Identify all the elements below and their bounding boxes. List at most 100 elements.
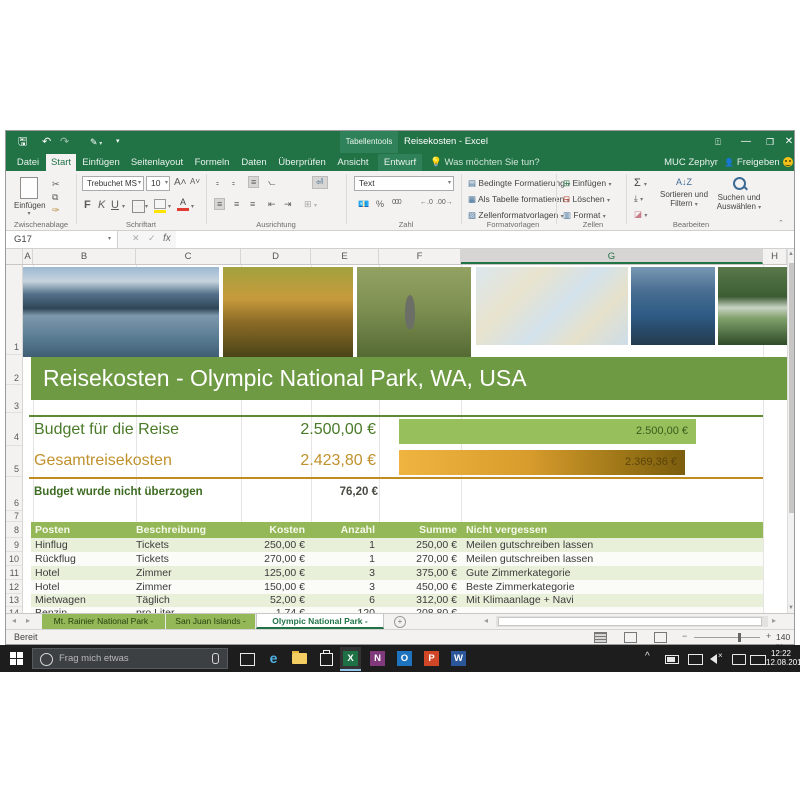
row-13[interactable]: 13 xyxy=(6,594,22,607)
name-box[interactable]: G17▾ xyxy=(6,231,118,248)
clock[interactable]: 12:22 12.08.2015 xyxy=(766,649,796,667)
row-11[interactable]: 11 xyxy=(6,566,22,580)
clear-button[interactable]: ◪ ▾ xyxy=(634,209,647,220)
table-row[interactable]: HotelZimmer150,00 €3450,00 €Beste Zimmer… xyxy=(31,580,763,594)
col-E[interactable]: E xyxy=(311,249,379,264)
store-icon[interactable] xyxy=(320,653,333,666)
sheet-grid[interactable]: 1 2 3 4 5 6 7 8 9 10 11 12 13 14 Reiseko… xyxy=(6,265,794,613)
budget-status-cell[interactable]: Budget wurde nicht überzogen xyxy=(34,486,203,498)
row-3[interactable]: 3 xyxy=(6,400,22,413)
photo-mountain-lake[interactable] xyxy=(23,267,219,357)
sheet-tab-olympic[interactable]: Olympic National Park - fishing xyxy=(256,614,384,629)
shrink-font-icon[interactable]: A˅ xyxy=(190,177,200,186)
edge-icon[interactable]: e xyxy=(266,651,281,666)
insert-cells-button[interactable]: ⊞ Einfügen ▾ xyxy=(563,178,611,189)
mic-icon[interactable] xyxy=(212,653,219,664)
vertical-scrollbar[interactable]: ▲ ▼ xyxy=(787,249,794,613)
tab-start[interactable]: Start xyxy=(46,154,76,171)
row-10[interactable]: 10 xyxy=(6,552,22,566)
paste-button[interactable]: Einfügen ▾ xyxy=(14,177,44,217)
tab-daten[interactable]: Daten xyxy=(236,154,272,171)
row-4[interactable]: 4 xyxy=(6,417,22,446)
align-right-icon[interactable]: ≡ xyxy=(250,199,255,209)
minimize-button[interactable]: — xyxy=(734,131,758,153)
touch-keyboard-icon[interactable] xyxy=(750,655,766,665)
undo-icon[interactable]: ↶ xyxy=(42,135,51,149)
horizontal-scroll-thumb[interactable] xyxy=(498,617,762,626)
align-top-icon[interactable]: ⹀ xyxy=(216,177,219,190)
touch-mode-icon[interactable]: ✎ ▾ xyxy=(90,135,102,151)
network-icon[interactable] xyxy=(688,654,703,665)
photo-fisherman-portrait[interactable] xyxy=(631,267,715,345)
col-A[interactable]: A xyxy=(23,249,33,264)
col-C[interactable]: C xyxy=(136,249,241,264)
row-8[interactable]: 8 xyxy=(6,522,22,538)
tab-ansicht[interactable]: Ansicht xyxy=(332,154,374,171)
tab-einfuegen[interactable]: Einfügen xyxy=(78,154,124,171)
sheet-nav-left-icon[interactable]: ◂ xyxy=(12,616,16,625)
format-as-table-button[interactable]: ▦ Als Tabelle formatieren ▾ xyxy=(468,194,570,205)
row-5[interactable]: 5 xyxy=(6,449,22,477)
total-value-cell[interactable]: 2.423,80 € xyxy=(236,452,376,470)
select-all-corner[interactable] xyxy=(6,249,23,264)
sheet-tab-sanjuan[interactable]: San Juan Islands - sailing xyxy=(166,614,256,629)
file-explorer-icon[interactable] xyxy=(292,653,307,664)
sheet-title-banner[interactable]: Reisekosten - Olympic National Park, WA,… xyxy=(31,357,787,400)
table-row[interactable]: HinflugTickets250,00 €1250,00 €Meilen gu… xyxy=(31,538,763,552)
col-G[interactable]: G xyxy=(461,249,763,264)
excel-icon[interactable]: X xyxy=(343,651,358,666)
align-middle-icon[interactable]: ⹀ xyxy=(232,177,235,190)
tab-seitenlayout[interactable]: Seitenlayout xyxy=(126,154,188,171)
save-icon[interactable]: 🖫 xyxy=(18,135,27,149)
scroll-up-icon[interactable]: ▲ xyxy=(788,249,794,259)
page-layout-view-icon[interactable] xyxy=(624,632,637,643)
account-name[interactable]: MUC Zephyr xyxy=(661,154,721,171)
ribbon-display-options-icon[interactable]: ⍐ xyxy=(706,131,730,153)
table-row[interactable]: MietwagenTäglich52,00 €6312,00 €Mit Klim… xyxy=(31,594,763,607)
vertical-scroll-thumb[interactable] xyxy=(789,263,794,513)
smiley-icon[interactable] xyxy=(783,157,793,167)
tab-entwurf[interactable]: Entwurf xyxy=(378,154,422,171)
collapse-ribbon-icon[interactable]: ⌃ xyxy=(778,219,784,227)
taskbar-search[interactable]: Frag mich etwas xyxy=(32,648,228,669)
font-color-caret[interactable]: ▾ xyxy=(191,203,194,210)
redo-icon[interactable]: ↷ xyxy=(60,135,69,149)
tab-formeln[interactable]: Formeln xyxy=(190,154,234,171)
hscroll-left-icon[interactable]: ◂ xyxy=(484,616,488,625)
col-F[interactable]: F xyxy=(379,249,461,264)
format-painter-icon[interactable]: ✑ xyxy=(52,205,60,216)
find-select-button[interactable]: Suchen undAuswählen ▾ xyxy=(712,177,766,211)
orientation-icon[interactable]: ⦦ xyxy=(268,177,275,188)
close-button[interactable]: ✕ xyxy=(782,131,796,153)
hdr-summe[interactable]: Summe xyxy=(379,522,461,538)
hdr-nicht-vergessen[interactable]: Nicht vergessen xyxy=(461,522,763,538)
currency-format-icon[interactable]: 💶 xyxy=(358,199,369,210)
powerpoint-icon[interactable]: P xyxy=(424,651,439,666)
tab-datei[interactable]: Datei xyxy=(12,154,44,171)
zoom-slider[interactable] xyxy=(694,637,760,638)
budget-label-cell[interactable]: Budget für die Reise xyxy=(34,421,179,439)
sort-filter-button[interactable]: A↓Z Sortieren undFiltern ▾ xyxy=(658,177,710,208)
row-7[interactable]: 7 xyxy=(6,511,22,522)
row-6[interactable]: 6 xyxy=(6,479,22,511)
fill-color-icon[interactable] xyxy=(154,199,166,212)
underline-button[interactable]: U xyxy=(111,199,119,211)
total-label-cell[interactable]: Gesamtreisekosten xyxy=(34,452,172,470)
number-format-select[interactable]: Text▾ xyxy=(354,176,454,191)
merge-center-icon[interactable]: ⊞ ▾ xyxy=(304,199,317,210)
sheet-tab-rainier[interactable]: Mt. Rainier National Park -hike xyxy=(42,614,166,629)
photo-autumn-fly-fishing[interactable] xyxy=(223,267,353,357)
battery-icon[interactable] xyxy=(665,655,679,664)
start-button[interactable] xyxy=(10,652,23,665)
normal-view-icon[interactable] xyxy=(594,632,607,643)
hdr-kosten[interactable]: Kosten xyxy=(241,522,311,538)
row-12[interactable]: 12 xyxy=(6,580,22,594)
new-sheet-icon[interactable]: + xyxy=(394,616,406,628)
copy-icon[interactable]: ⧉ xyxy=(52,192,58,203)
sheet-nav-right-icon[interactable]: ▸ xyxy=(26,616,30,625)
cancel-icon[interactable]: ✕ xyxy=(132,233,140,244)
delete-cells-button[interactable]: ⊟ Löschen ▾ xyxy=(563,194,610,205)
task-view-icon[interactable] xyxy=(240,653,255,666)
fill-button[interactable]: ⤓ ▾ xyxy=(634,193,643,204)
row-1[interactable]: 1 xyxy=(6,339,22,355)
